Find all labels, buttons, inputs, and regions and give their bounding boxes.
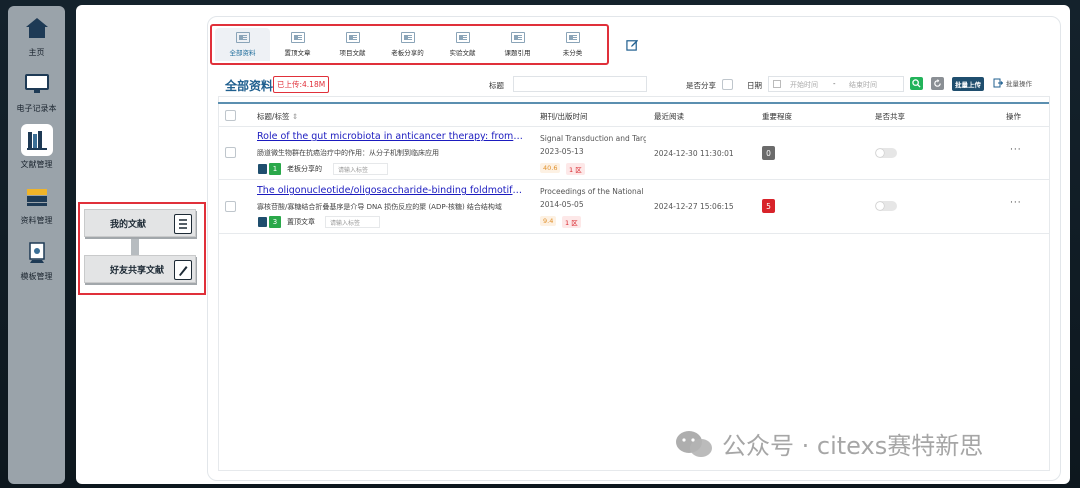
date-label: 日期 — [747, 81, 762, 90]
row-divider — [218, 179, 1049, 180]
row-tag[interactable]: 老板分享的 — [287, 164, 322, 174]
nav-label: 文献管理 — [20, 160, 53, 169]
doc-icon — [345, 32, 360, 43]
share-toggle[interactable] — [875, 201, 897, 211]
tag-input[interactable]: 请输入标签 — [333, 163, 388, 175]
row-divider — [218, 233, 1049, 234]
impact-factor: 40.6 — [540, 163, 561, 173]
nav-label: 资料管理 — [20, 216, 53, 225]
more-options-button[interactable]: ··· — [1010, 198, 1022, 208]
start-date-placeholder: 开始时间 — [790, 81, 818, 89]
batch-upload-button[interactable]: 批量上传 — [952, 77, 984, 91]
importance-badge[interactable]: 0 — [762, 146, 775, 160]
category-tabs: 全部资料 置顶文章 项目文献 老板分享的 实验文献 课题引用 未分类 — [210, 24, 609, 65]
reset-button[interactable] — [931, 77, 944, 90]
home-icon — [21, 12, 53, 44]
batch-ops-button[interactable]: 批量操作 — [993, 78, 1032, 88]
tab-pinned[interactable]: 置顶文章 — [270, 28, 325, 61]
column-last-read: 最近阅读 — [654, 112, 684, 121]
tab-experiment[interactable]: 实验文献 — [435, 28, 490, 61]
column-ops: 操作 — [1006, 112, 1021, 121]
doc-icon — [235, 32, 250, 43]
list-icon — [174, 214, 192, 234]
row-subtitle: 肠道微生物群在抗癌治疗中的作用：从分子机制到临床应用 — [257, 149, 439, 157]
tab-uncategorized[interactable]: 未分类 — [545, 28, 600, 61]
search-button[interactable] — [910, 77, 923, 90]
monitor-icon — [21, 68, 53, 100]
row-date: 2023-05-13 — [540, 147, 584, 156]
row-title-link[interactable]: Role of the gut microbiota in anticancer… — [257, 131, 525, 142]
row-journal: Signal Transduction and Targ — [540, 134, 646, 143]
watermark: 公众号 · citexs赛特新思 — [674, 426, 983, 461]
search-icon — [912, 79, 921, 88]
share-filter-label: 是否分享 — [686, 81, 716, 90]
importance-badge[interactable]: 5 — [762, 199, 775, 213]
tab-boss-shared[interactable]: 老板分享的 — [380, 28, 435, 61]
column-importance: 重要程度 — [762, 112, 792, 121]
doc-icon — [455, 32, 470, 43]
pen-icon — [174, 260, 192, 280]
row-checkbox[interactable] — [225, 201, 236, 212]
export-icon — [993, 78, 1003, 88]
date-separator: - — [833, 80, 836, 88]
book-icon — [258, 164, 267, 174]
date-range-input[interactable]: 开始时间 - 结束时间 — [768, 76, 904, 92]
nav-item-templates[interactable]: 模板管理 — [8, 236, 65, 282]
friend-shared-docs-card[interactable]: 好友共享文献 — [84, 255, 196, 283]
tag-input[interactable]: 请输入标签 — [325, 216, 380, 228]
template-icon — [21, 236, 53, 268]
zone-badge: 1 区 — [566, 163, 585, 175]
tab-all[interactable]: 全部资料 — [215, 28, 270, 61]
column-shared: 是否共享 — [875, 112, 905, 121]
doc-icon — [400, 32, 415, 43]
share-toggle[interactable] — [875, 148, 897, 158]
row-checkbox[interactable] — [225, 147, 236, 158]
sort-icon: ⇕ — [291, 112, 299, 121]
more-options-button[interactable]: ··· — [1010, 145, 1022, 155]
column-title[interactable]: 标题/标签 ⇕ — [257, 111, 298, 122]
nav-label: 主页 — [28, 48, 45, 57]
my-docs-card[interactable]: 我的文献 — [84, 209, 196, 237]
row-last-read: 2024-12-27 15:06:15 — [654, 202, 734, 211]
end-date-placeholder: 结束时间 — [849, 81, 877, 89]
edit-icon[interactable] — [626, 38, 639, 51]
row-journal: Proceedings of the National — [540, 187, 644, 196]
nav-label: 模板管理 — [20, 272, 53, 281]
nav-item-notebook[interactable]: 电子记录本 — [8, 68, 65, 114]
left-nav: 主页 电子记录本 文献管理 资料管理 模板管理 — [8, 6, 65, 484]
title-filter-label: 标题 — [489, 81, 504, 90]
nav-item-literature[interactable]: 文献管理 — [8, 124, 65, 170]
column-journal: 期刊/出版时间 — [540, 112, 588, 121]
row-title-link[interactable]: The oligonucleotide/oligosaccharide-bind… — [257, 185, 525, 196]
tab-topic-cite[interactable]: 课题引用 — [490, 28, 545, 61]
title-filter-input[interactable] — [513, 76, 647, 92]
upload-size-badge: 已上传:4.18M — [273, 76, 330, 93]
zone-badge: 1 区 — [562, 216, 581, 228]
nav-label: 电子记录本 — [16, 104, 57, 113]
tab-project[interactable]: 项目文献 — [325, 28, 380, 61]
row-tag[interactable]: 置顶文章 — [287, 217, 315, 227]
row-divider — [218, 126, 1049, 127]
tag-count: 1 — [269, 163, 281, 175]
calendar-icon — [773, 80, 781, 88]
wechat-icon — [676, 430, 712, 457]
impact-factor: 9.4 — [540, 216, 557, 226]
nav-item-home[interactable]: 主页 — [8, 12, 65, 58]
nav-item-materials[interactable]: 资料管理 — [8, 180, 65, 226]
tag-count: 3 — [269, 216, 281, 228]
refresh-icon — [934, 79, 941, 87]
share-filter-checkbox[interactable] — [722, 79, 733, 90]
doc-icon — [565, 32, 580, 43]
row-last-read: 2024-12-30 11:30:01 — [654, 149, 734, 158]
header-divider — [218, 102, 1049, 104]
doc-icon — [290, 32, 305, 43]
select-all-checkbox[interactable] — [225, 110, 236, 121]
books-icon — [20, 124, 53, 156]
folders-icon — [21, 180, 53, 212]
doc-icon — [510, 32, 525, 43]
book-icon — [258, 217, 267, 227]
row-subtitle: 寡核苷酸/寡糖结合折叠基序是介导 DNA 损伤反应的聚 (ADP-核糖) 结合结… — [257, 203, 502, 211]
page-title: 全部资料 — [225, 79, 274, 93]
row-date: 2014-05-05 — [540, 200, 584, 209]
